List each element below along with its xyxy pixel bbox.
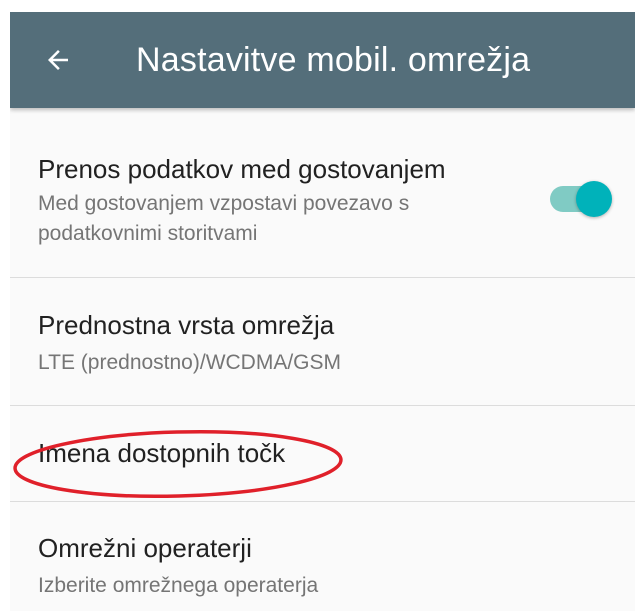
setting-data-roaming[interactable]: Prenos podatkov med gostovanjem Med gost…	[10, 108, 635, 278]
setting-title: Prenos podatkov med gostovanjem	[38, 154, 446, 184]
settings-list: Prenos podatkov med gostovanjem Med gost…	[10, 108, 635, 611]
setting-preferred-network-type[interactable]: Prednostna vrsta omrežja LTE (prednostno…	[10, 278, 635, 406]
setting-summary: Izberite omrežnega operaterja	[38, 574, 319, 597]
setting-title: Omrežni operaterji	[38, 533, 252, 563]
app-bar: Nastavitve mobil. omrežja	[10, 12, 635, 108]
setting-title: Prednostna vrsta omrežja	[38, 310, 335, 340]
arrow-back-icon	[48, 50, 68, 70]
data-roaming-toggle[interactable]	[550, 174, 612, 222]
mobile-network-settings-screen: Nastavitve mobil. omrežja Prenos podatko…	[10, 12, 635, 611]
setting-network-operators[interactable]: Omrežni operaterji Izberite omrežnega op…	[10, 502, 635, 611]
back-button[interactable]	[36, 38, 80, 82]
page-title: Nastavitve mobil. omrežja	[136, 41, 531, 79]
toggle-thumb	[576, 181, 612, 217]
setting-access-point-names[interactable]: Imena dostopnih točk	[10, 406, 635, 502]
setting-title: Imena dostopnih točk	[38, 438, 286, 468]
setting-summary: LTE (prednostno)/WCDMA/GSM	[38, 351, 342, 374]
setting-summary: Med gostovanjem vzpostavi povezavo s pod…	[38, 192, 410, 245]
